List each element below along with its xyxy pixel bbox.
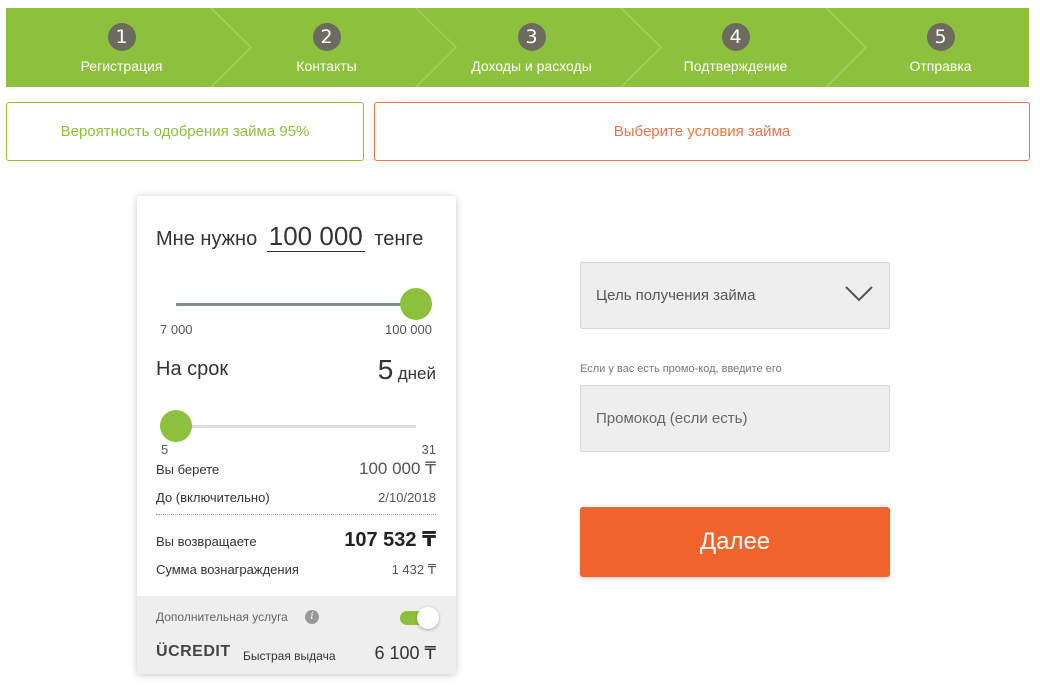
step-submit[interactable]: 5 Отправка [838, 8, 1029, 87]
loan-purpose-select[interactable]: Цель получения займа [580, 262, 890, 329]
term-unit: дней [397, 364, 436, 383]
approval-probability-text: Вероятность одобрения займа 95% [60, 123, 310, 140]
amount-heading: Мне нужно 100 000 тенге [156, 221, 423, 252]
loan-calculator-card: Мне нужно 100 000 тенге 7 000 100 000 На… [137, 196, 456, 674]
credit-logo-text: CREDIT [168, 643, 231, 660]
promo-hint: Если у вас есть промо-код, введите его [580, 363, 782, 375]
step-label: Доходы и расходы [471, 58, 592, 74]
summary-value: 100 000 ₸ [359, 459, 436, 478]
additional-service-description: Быстрая выдача [243, 649, 336, 663]
approval-probability-box: Вероятность одобрения займа 95% [6, 102, 364, 161]
progress-steps-bar: 1 Регистрация 2 Контакты 3 Доходы и расх… [6, 8, 1029, 87]
amount-slider-thumb[interactable] [400, 288, 432, 320]
amount-slider-fill [176, 303, 416, 306]
summary-label: До (включительно) [156, 490, 270, 505]
term-min-label: 5 [161, 442, 169, 457]
summary-label: Сумма вознаграждения [156, 562, 299, 577]
credit-logo: ÜCREDIT [156, 643, 231, 661]
additional-service-price: 6 100 ₸ [374, 643, 437, 663]
additional-service-toggle[interactable] [400, 607, 439, 629]
credit-logo-mark: Ü [156, 643, 169, 660]
term-slider-thumb[interactable] [160, 410, 192, 442]
term-number: 5 [377, 354, 394, 385]
step-number: 1 [107, 23, 136, 51]
summary-divider [156, 514, 436, 515]
term-slider-track[interactable] [176, 425, 416, 428]
step-number: 4 [721, 23, 750, 51]
chevron-down-icon [845, 286, 873, 302]
step-confirmation[interactable]: 4 Подтверждение [633, 8, 838, 87]
promo-code-input[interactable] [580, 385, 890, 452]
step-number: 5 [926, 23, 955, 51]
next-button[interactable]: Далее [580, 507, 890, 577]
term-label: На срок [156, 358, 229, 380]
summary-value: 107 532 ₸ [344, 529, 436, 551]
step-income-expenses[interactable]: 3 Доходы и расходы [429, 8, 634, 87]
conditions-title-text: Выберите условия займа [613, 123, 791, 140]
additional-service-panel: Дополнительная услуга i ÜCREDIT Быстрая … [137, 596, 456, 674]
step-label: Регистрация [80, 58, 163, 74]
amount-slider[interactable] [176, 288, 432, 320]
conditions-title-box: Выберите условия займа [374, 102, 1030, 161]
summary-label: Вы возвращаете [156, 534, 257, 549]
step-number: 3 [517, 23, 546, 51]
summary-row-fee: Сумма вознаграждения 1 432 ₸ [156, 562, 436, 578]
summary-value: 1 432 ₸ [391, 562, 436, 577]
step-label: Подтверждение [683, 58, 788, 74]
currency-word: тенге [374, 228, 424, 250]
summary-row-due-date: До (включительно) 2/10/2018 [156, 490, 436, 505]
additional-service-title: Дополнительная услуга [156, 610, 288, 624]
step-label: Отправка [909, 58, 972, 74]
term-slider[interactable] [160, 410, 416, 442]
summary-label: Вы берете [156, 462, 220, 477]
loan-purpose-placeholder: Цель получения займа [596, 287, 756, 304]
step-registration[interactable]: 1 Регистрация [19, 8, 224, 87]
term-max-label: 31 [421, 442, 436, 457]
toggle-knob[interactable] [417, 607, 439, 629]
need-prefix: Мне нужно [156, 228, 258, 250]
summary-row-repay: Вы возвращаете 107 532 ₸ [156, 527, 436, 552]
step-label: Контакты [296, 58, 357, 74]
summary-value: 2/10/2018 [378, 490, 436, 505]
step-number: 2 [312, 23, 341, 51]
term-value: 5 дней [378, 354, 436, 386]
amount-max-label: 100 000 [385, 322, 432, 337]
amount-min-label: 7 000 [160, 322, 193, 337]
step-contacts[interactable]: 2 Контакты [224, 8, 429, 87]
loan-amount-value[interactable]: 100 000 [266, 221, 365, 252]
summary-row-borrow: Вы берете 100 000 ₸ [156, 459, 436, 479]
info-icon[interactable]: i [305, 610, 319, 624]
